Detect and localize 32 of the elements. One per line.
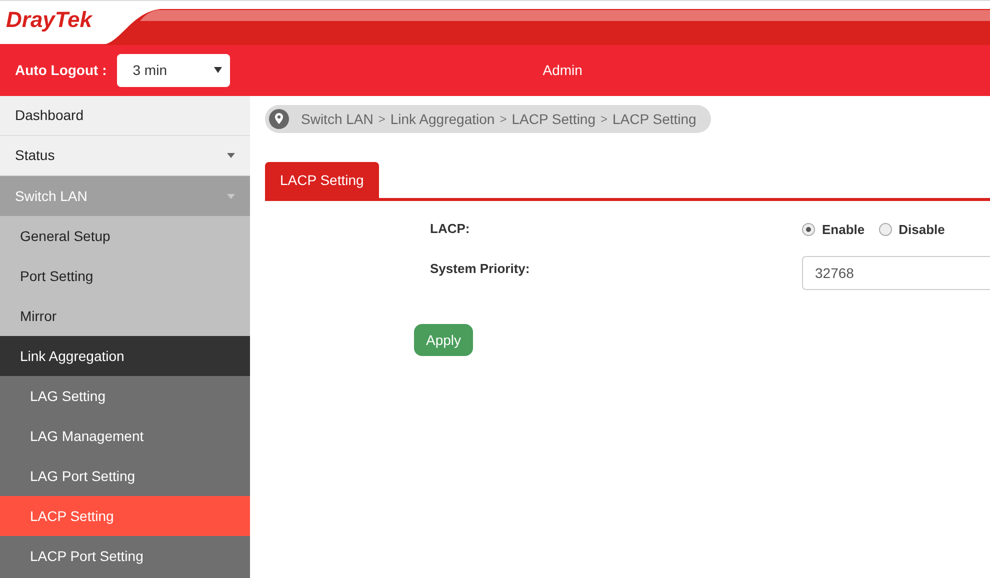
radio-label: Enable — [822, 221, 865, 239]
system-priority-label: System Priority: — [430, 260, 530, 278]
sidebar-item[interactable]: Switch LAN — [0, 176, 250, 216]
tab[interactable]: LACP Setting — [265, 162, 379, 198]
radio-button[interactable] — [802, 223, 815, 236]
breadcrumb-item[interactable]: Link Aggregation — [390, 108, 495, 130]
user-name: Admin — [542, 60, 582, 80]
sidebar-item[interactable]: Dashboard — [0, 96, 250, 136]
sidebar-item[interactable]: Mirror — [0, 296, 250, 336]
sidebar-item[interactable]: LACP Setting — [0, 496, 250, 536]
system-priority-field[interactable]: 32768 — [802, 256, 990, 290]
auto-logout-select[interactable]: 3 min — [116, 54, 230, 86]
breadcrumb-separator: > — [500, 111, 507, 128]
radio-button[interactable] — [878, 223, 892, 236]
caret-icon — [227, 194, 235, 198]
caret-icon — [214, 67, 222, 73]
breadcrumb-item[interactable]: LACP Setting — [612, 108, 696, 130]
breadcrumb-item[interactable]: Switch LAN — [301, 108, 374, 130]
location-pin-icon — [269, 109, 289, 129]
sidebar-item[interactable]: Link Aggregation — [0, 336, 250, 376]
sidebar-item[interactable]: Status — [0, 136, 250, 176]
caret-icon — [227, 153, 235, 158]
breadcrumb-separator: > — [600, 111, 608, 128]
sidebar-item[interactable]: Port Setting — [0, 256, 250, 296]
sidebar-item[interactable]: General Setup — [0, 216, 250, 256]
logo: DrayTek — [6, 9, 92, 31]
auto-logout-label: Auto Logout : — [15, 60, 107, 80]
breadcrumb-item[interactable]: LACP Setting — [512, 108, 596, 130]
radio-label: Disable — [898, 221, 945, 239]
lacp-label: LACP: — [430, 220, 470, 238]
apply-button[interactable]: Apply — [414, 324, 474, 356]
breadcrumb-separator: > — [378, 111, 386, 128]
